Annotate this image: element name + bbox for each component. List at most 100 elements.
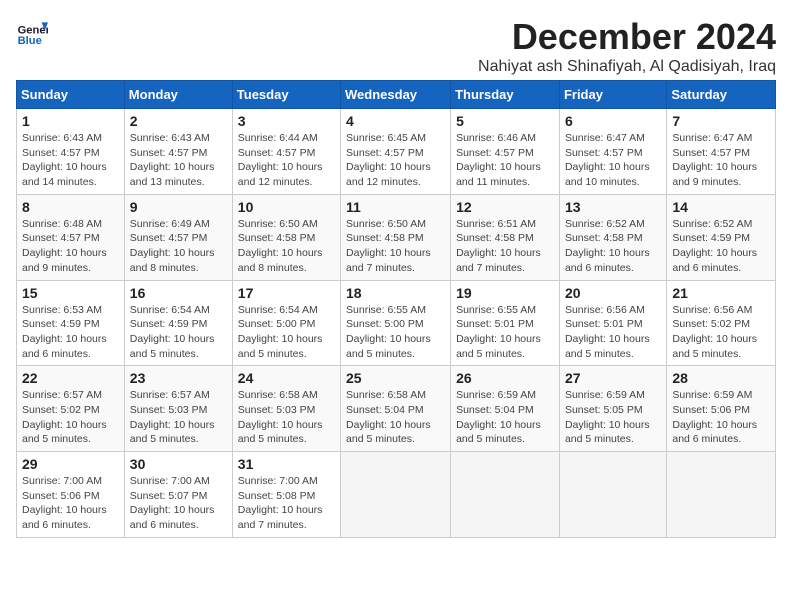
calendar-cell: 21 Sunrise: 6:56 AM Sunset: 5:02 PM Dayl… — [667, 280, 776, 366]
sunrise-label: Sunrise: 6:43 AM — [22, 132, 102, 144]
day-info: Sunrise: 6:49 AM Sunset: 4:57 PM Dayligh… — [130, 217, 227, 276]
daylight-label: Daylight: 10 hours and 5 minutes. — [346, 419, 431, 446]
day-info: Sunrise: 6:47 AM Sunset: 4:57 PM Dayligh… — [672, 131, 770, 190]
day-info: Sunrise: 7:00 AM Sunset: 5:08 PM Dayligh… — [238, 474, 335, 533]
weekday-header-friday: Friday — [559, 81, 666, 109]
calendar-cell: 2 Sunrise: 6:43 AM Sunset: 4:57 PM Dayli… — [124, 109, 232, 195]
day-info: Sunrise: 6:47 AM Sunset: 4:57 PM Dayligh… — [565, 131, 661, 190]
calendar-cell: 9 Sunrise: 6:49 AM Sunset: 4:57 PM Dayli… — [124, 194, 232, 280]
sunrise-label: Sunrise: 6:56 AM — [565, 304, 645, 316]
day-info: Sunrise: 6:54 AM Sunset: 5:00 PM Dayligh… — [238, 303, 335, 362]
day-number: 26 — [456, 370, 554, 386]
sunset-label: Sunset: 5:01 PM — [565, 318, 643, 330]
sunset-label: Sunset: 4:58 PM — [238, 232, 316, 244]
day-number: 16 — [130, 285, 227, 301]
sunset-label: Sunset: 4:59 PM — [130, 318, 208, 330]
daylight-label: Daylight: 10 hours and 6 minutes. — [22, 333, 107, 360]
daylight-label: Daylight: 10 hours and 8 minutes. — [238, 247, 323, 274]
sunset-label: Sunset: 5:04 PM — [456, 404, 534, 416]
sunrise-label: Sunrise: 7:00 AM — [22, 475, 102, 487]
sunrise-label: Sunrise: 6:49 AM — [130, 218, 210, 230]
day-number: 28 — [672, 370, 770, 386]
daylight-label: Daylight: 10 hours and 5 minutes. — [22, 419, 107, 446]
daylight-label: Daylight: 10 hours and 7 minutes. — [346, 247, 431, 274]
weekday-header-monday: Monday — [124, 81, 232, 109]
sunrise-label: Sunrise: 6:58 AM — [346, 389, 426, 401]
daylight-label: Daylight: 10 hours and 6 minutes. — [672, 419, 757, 446]
day-number: 1 — [22, 113, 119, 129]
day-info: Sunrise: 6:46 AM Sunset: 4:57 PM Dayligh… — [456, 131, 554, 190]
day-number: 8 — [22, 199, 119, 215]
daylight-label: Daylight: 10 hours and 12 minutes. — [238, 161, 323, 188]
calendar-week-row: 8 Sunrise: 6:48 AM Sunset: 4:57 PM Dayli… — [17, 194, 776, 280]
weekday-header-row: SundayMondayTuesdayWednesdayThursdayFrid… — [17, 81, 776, 109]
daylight-label: Daylight: 10 hours and 10 minutes. — [565, 161, 650, 188]
day-info: Sunrise: 6:48 AM Sunset: 4:57 PM Dayligh… — [22, 217, 119, 276]
weekday-header-thursday: Thursday — [451, 81, 560, 109]
daylight-label: Daylight: 10 hours and 8 minutes. — [130, 247, 215, 274]
calendar-cell: 23 Sunrise: 6:57 AM Sunset: 5:03 PM Dayl… — [124, 366, 232, 452]
sunrise-label: Sunrise: 6:57 AM — [130, 389, 210, 401]
daylight-label: Daylight: 10 hours and 5 minutes. — [130, 419, 215, 446]
sunrise-label: Sunrise: 6:54 AM — [130, 304, 210, 316]
sunset-label: Sunset: 5:05 PM — [565, 404, 643, 416]
sunrise-label: Sunrise: 6:43 AM — [130, 132, 210, 144]
day-info: Sunrise: 6:44 AM Sunset: 4:57 PM Dayligh… — [238, 131, 335, 190]
calendar-week-row: 22 Sunrise: 6:57 AM Sunset: 5:02 PM Dayl… — [17, 366, 776, 452]
day-info: Sunrise: 6:50 AM Sunset: 4:58 PM Dayligh… — [238, 217, 335, 276]
sunset-label: Sunset: 5:06 PM — [22, 490, 100, 502]
sunset-label: Sunset: 5:03 PM — [130, 404, 208, 416]
sunset-label: Sunset: 5:00 PM — [346, 318, 424, 330]
day-number: 25 — [346, 370, 445, 386]
day-number: 21 — [672, 285, 770, 301]
sunset-label: Sunset: 5:03 PM — [238, 404, 316, 416]
day-number: 14 — [672, 199, 770, 215]
calendar-cell: 15 Sunrise: 6:53 AM Sunset: 4:59 PM Dayl… — [17, 280, 125, 366]
calendar-cell: 31 Sunrise: 7:00 AM Sunset: 5:08 PM Dayl… — [232, 452, 340, 538]
calendar-cell: 5 Sunrise: 6:46 AM Sunset: 4:57 PM Dayli… — [451, 109, 560, 195]
daylight-label: Daylight: 10 hours and 7 minutes. — [238, 504, 323, 531]
sunset-label: Sunset: 4:58 PM — [565, 232, 643, 244]
sunset-label: Sunset: 4:57 PM — [22, 232, 100, 244]
calendar-cell: 8 Sunrise: 6:48 AM Sunset: 4:57 PM Dayli… — [17, 194, 125, 280]
day-info: Sunrise: 6:59 AM Sunset: 5:06 PM Dayligh… — [672, 388, 770, 447]
sunrise-label: Sunrise: 6:45 AM — [346, 132, 426, 144]
calendar-cell: 24 Sunrise: 6:58 AM Sunset: 5:03 PM Dayl… — [232, 366, 340, 452]
sunrise-label: Sunrise: 6:52 AM — [565, 218, 645, 230]
calendar-cell: 4 Sunrise: 6:45 AM Sunset: 4:57 PM Dayli… — [341, 109, 451, 195]
calendar-cell — [451, 452, 560, 538]
daylight-label: Daylight: 10 hours and 13 minutes. — [130, 161, 215, 188]
day-number: 3 — [238, 113, 335, 129]
logo: General Blue — [16, 16, 50, 48]
calendar-cell: 26 Sunrise: 6:59 AM Sunset: 5:04 PM Dayl… — [451, 366, 560, 452]
day-number: 27 — [565, 370, 661, 386]
day-number: 5 — [456, 113, 554, 129]
sunset-label: Sunset: 5:08 PM — [238, 490, 316, 502]
sunrise-label: Sunrise: 6:52 AM — [672, 218, 752, 230]
calendar-cell: 28 Sunrise: 6:59 AM Sunset: 5:06 PM Dayl… — [667, 366, 776, 452]
day-number: 20 — [565, 285, 661, 301]
day-number: 11 — [346, 199, 445, 215]
weekday-header-wednesday: Wednesday — [341, 81, 451, 109]
day-number: 12 — [456, 199, 554, 215]
calendar-week-row: 29 Sunrise: 7:00 AM Sunset: 5:06 PM Dayl… — [17, 452, 776, 538]
daylight-label: Daylight: 10 hours and 5 minutes. — [565, 333, 650, 360]
sunset-label: Sunset: 5:02 PM — [22, 404, 100, 416]
day-info: Sunrise: 6:57 AM Sunset: 5:03 PM Dayligh… — [130, 388, 227, 447]
calendar-cell: 30 Sunrise: 7:00 AM Sunset: 5:07 PM Dayl… — [124, 452, 232, 538]
day-number: 29 — [22, 456, 119, 472]
month-title: December 2024 — [478, 16, 776, 58]
sunrise-label: Sunrise: 6:59 AM — [565, 389, 645, 401]
weekday-header-saturday: Saturday — [667, 81, 776, 109]
day-number: 15 — [22, 285, 119, 301]
daylight-label: Daylight: 10 hours and 5 minutes. — [456, 333, 541, 360]
sunrise-label: Sunrise: 6:48 AM — [22, 218, 102, 230]
daylight-label: Daylight: 10 hours and 14 minutes. — [22, 161, 107, 188]
sunrise-label: Sunrise: 6:46 AM — [456, 132, 536, 144]
day-info: Sunrise: 6:45 AM Sunset: 4:57 PM Dayligh… — [346, 131, 445, 190]
sunrise-label: Sunrise: 6:53 AM — [22, 304, 102, 316]
logo-icon: General Blue — [16, 16, 48, 48]
sunrise-label: Sunrise: 6:54 AM — [238, 304, 318, 316]
sunset-label: Sunset: 4:59 PM — [22, 318, 100, 330]
calendar-cell: 13 Sunrise: 6:52 AM Sunset: 4:58 PM Dayl… — [559, 194, 666, 280]
